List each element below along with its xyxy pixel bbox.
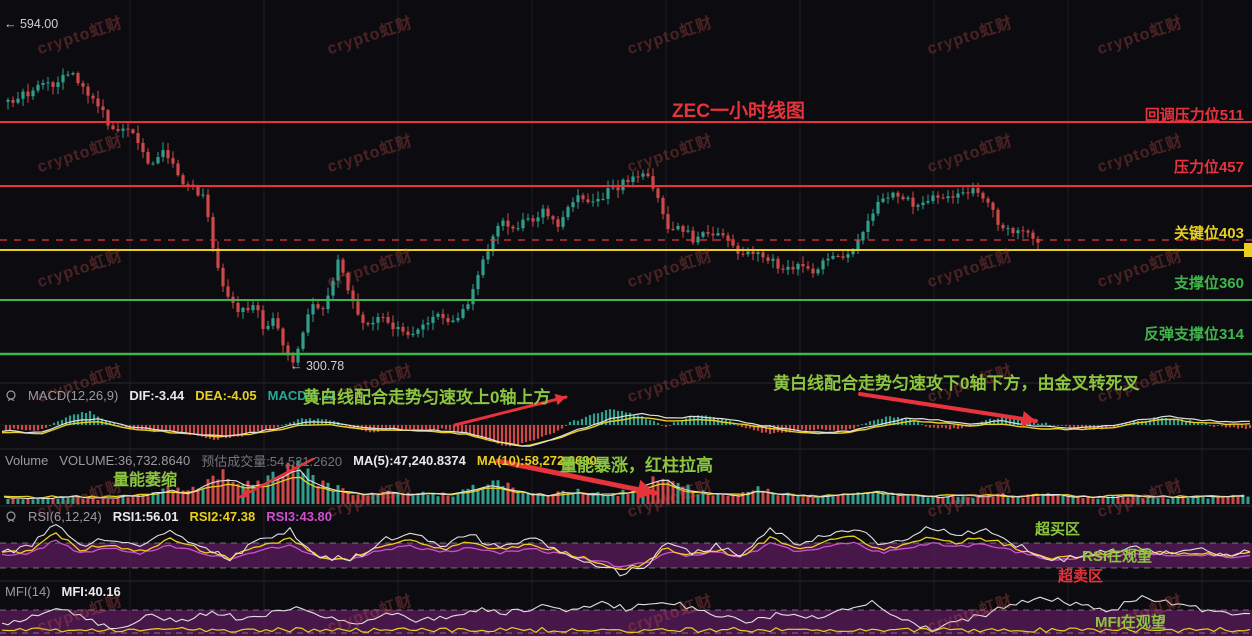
macd-dif-value: DIF:-3.44 <box>129 388 185 403</box>
chart-annotation: MFI在观望 <box>1095 614 1166 631</box>
mfi-value: MFI:40.16 <box>61 584 121 599</box>
chart-annotation: 黄白线配合走势匀速攻下0轴下方，由金叉转死叉 <box>773 374 1140 393</box>
volume-ma5-value: MA(5):47,240.8374 <box>353 453 466 468</box>
price-level-label: 反弹支撑位314 <box>1143 326 1244 343</box>
chart-annotation: 黄白线配合走势匀速攻上0轴上方 <box>303 388 551 407</box>
mfi-name: MFI(14) <box>5 584 51 599</box>
chart-annotation: 超买区 <box>1035 521 1081 538</box>
rsi2-value: RSI2:47.38 <box>189 509 256 524</box>
rsi1-value: RSI1:56.01 <box>112 509 179 524</box>
volume-indicator-row: Volume VOLUME:36,732.8640 预估成交量:54,531.2… <box>5 451 597 470</box>
price-level-label: 关键位403 <box>1173 225 1244 242</box>
macd-dea-value: DEA:-4.05 <box>195 388 257 403</box>
macd-indicator-row: MACD(12,26,9) DIF:-3.44 DEA:-4.05 MACD:1… <box>5 388 336 403</box>
high-price-marker: ← 594.00 <box>4 17 59 31</box>
rsi3-value: RSI3:43.80 <box>266 509 332 524</box>
indicator-settings-icon[interactable] <box>5 389 17 402</box>
chart-annotation: 量能暴涨，红柱拉高 <box>560 456 713 475</box>
trading-chart-app: crypto虹财 crypto虹财 crypto虹财 crypto虹财 crypto虹财… <box>0 0 1252 636</box>
chart-annotation: 超卖区 <box>1058 568 1104 585</box>
price-level-label: 压力位457 <box>1173 159 1244 176</box>
chart-annotation: 量能萎缩 <box>113 472 178 489</box>
macd-name: MACD(12,26,9) <box>28 388 119 403</box>
low-price-marker: ← 300.78 <box>290 359 345 373</box>
volume-estimate-value: 预估成交量:54,531.2620 <box>201 454 343 469</box>
price-level-label: 支撑位360 <box>1173 275 1244 292</box>
rsi-indicator-row: RSI(6,12,24) RSI1:56.01 RSI2:47.38 RSI3:… <box>5 509 332 524</box>
price-level-label: 回调压力位511 <box>1144 107 1244 124</box>
indicator-settings-icon[interactable] <box>5 510 17 523</box>
chart-annotation: RSI在观望 <box>1082 548 1153 565</box>
volume-name: Volume <box>5 453 49 468</box>
mfi-indicator-row: MFI(14) MFI:40.16 <box>5 584 121 599</box>
chart-title: ZEC一小时线图 <box>672 101 806 122</box>
rsi-name: RSI(6,12,24) <box>28 509 102 524</box>
